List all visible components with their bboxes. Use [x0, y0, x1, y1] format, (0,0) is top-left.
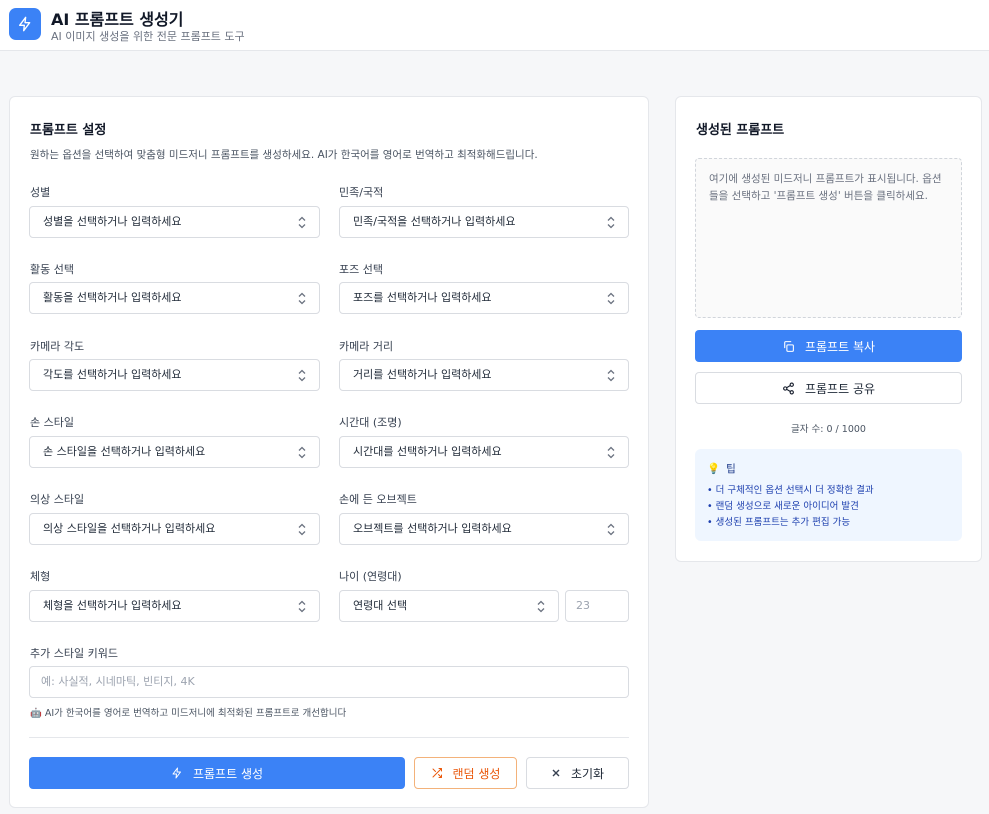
generate-button[interactable]: 프롬프트 생성 — [29, 757, 405, 789]
tip-item: • 생성된 프롬프트는 추가 편집 가능 — [707, 517, 851, 528]
chevron-updown-icon — [607, 369, 615, 382]
held-object-label: 손에 든 오브젝트 — [339, 493, 417, 506]
tip-item: • 더 구체적인 옵션 선택시 더 정확한 결과 — [707, 485, 874, 496]
activity-select[interactable]: 활동을 선택하거나 입력하세요 — [29, 282, 320, 314]
chevron-updown-icon — [298, 600, 306, 613]
pose-label: 포즈 선택 — [339, 263, 383, 276]
chevron-updown-icon — [298, 523, 306, 536]
shuffle-icon — [432, 768, 442, 778]
chevron-updown-icon — [537, 600, 545, 613]
outfit-style-select-value: 의상 스타일을 선택하거나 입력하세요 — [43, 522, 216, 535]
gender-label: 성별 — [30, 186, 51, 199]
lightning-icon — [9, 8, 41, 40]
app-subtitle: AI 이미지 생성을 위한 전문 프롬프트 도구 — [51, 30, 245, 43]
age-label: 나이 (연령대) — [339, 570, 402, 583]
age-input[interactable]: 23 — [565, 590, 629, 622]
random-button-label: 랜덤 생성 — [452, 766, 501, 781]
time-of-day-select[interactable]: 시간대를 선택하거나 입력하세요 — [339, 436, 629, 468]
body-type-select-value: 체형을 선택하거나 입력하세요 — [43, 599, 182, 612]
ai-hint: 🤖 AI가 한국어를 영어로 번역하고 미드저니에 최적화된 프롬프트로 개선합… — [30, 705, 346, 719]
generate-button-label: 프롬프트 생성 — [192, 766, 264, 781]
tips-box: 💡 팁 • 더 구체적인 옵션 선택시 더 정확한 결과 • 랜덤 생성으로 새… — [695, 449, 962, 541]
activity-label: 활동 선택 — [30, 263, 74, 276]
activity-select-value: 활동을 선택하거나 입력하세요 — [43, 291, 182, 304]
hand-style-label: 손 스타일 — [30, 416, 74, 429]
hand-style-select[interactable]: 손 스타일을 선택하거나 입력하세요 — [29, 436, 320, 468]
chevron-updown-icon — [298, 369, 306, 382]
hand-style-select-value: 손 스타일을 선택하거나 입력하세요 — [43, 445, 206, 458]
pose-select-value: 포즈를 선택하거나 입력하세요 — [353, 291, 492, 304]
app-header: AI 프롬프트 생성기 AI 이미지 생성을 위한 전문 프롬프트 도구 — [0, 0, 989, 51]
camera-distance-select-value: 거리를 선택하거나 입력하세요 — [353, 368, 492, 381]
settings-description: 원하는 옵션을 선택하여 맞춤형 미드저니 프롬프트를 생성하세요. AI가 한… — [30, 149, 538, 161]
share-prompt-label: 프롬프트 공유 — [804, 381, 876, 396]
share-prompt-button[interactable]: 프롬프트 공유 — [695, 372, 962, 404]
app-title: AI 프롬프트 생성기 — [51, 10, 184, 29]
pose-select[interactable]: 포즈를 선택하거나 입력하세요 — [339, 282, 629, 314]
lightning-icon — [172, 767, 181, 779]
camera-distance-select[interactable]: 거리를 선택하거나 입력하세요 — [339, 359, 629, 391]
ethnicity-select-value: 민족/국적을 선택하거나 입력하세요 — [353, 215, 516, 228]
outfit-style-label: 의상 스타일 — [30, 493, 85, 506]
copy-prompt-label: 프롬프트 복사 — [804, 339, 876, 354]
chevron-updown-icon — [298, 216, 306, 229]
tip-item: • 랜덤 생성으로 새로운 아이디어 발견 — [707, 501, 859, 512]
tips-title: 팁 — [726, 463, 736, 475]
reset-button-label: 초기화 — [570, 766, 605, 781]
time-of-day-select-value: 시간대를 선택하거나 입력하세요 — [353, 445, 502, 458]
camera-angle-label: 카메라 각도 — [30, 340, 85, 353]
camera-distance-label: 카메라 거리 — [339, 340, 394, 353]
chevron-updown-icon — [607, 292, 615, 305]
time-of-day-label: 시간대 (조명) — [339, 416, 402, 429]
lightbulb-icon: 💡 — [707, 463, 721, 475]
copy-prompt-button[interactable]: 프롬프트 복사 — [695, 330, 962, 362]
copy-icon — [784, 340, 794, 352]
camera-angle-select[interactable]: 각도를 선택하거나 입력하세요 — [29, 359, 320, 391]
keywords-label: 추가 스타일 키워드 — [30, 647, 118, 660]
close-icon — [552, 769, 560, 777]
divider — [29, 737, 629, 738]
output-title: 생성된 프롬프트 — [696, 123, 785, 138]
camera-angle-select-value: 각도를 선택하거나 입력하세요 — [43, 368, 182, 381]
held-object-select[interactable]: 오브젝트를 선택하거나 입력하세요 — [339, 513, 629, 545]
chevron-updown-icon — [607, 446, 615, 459]
gender-select[interactable]: 성별을 선택하거나 입력하세요 — [29, 206, 320, 238]
chevron-updown-icon — [607, 216, 615, 229]
keywords-input[interactable]: 예: 사실적, 시네마틱, 빈티지, 4K — [29, 666, 629, 698]
held-object-select-value: 오브젝트를 선택하거나 입력하세요 — [353, 522, 512, 535]
char-count: 글자 수: 0 / 1000 — [791, 424, 866, 435]
outfit-style-select[interactable]: 의상 스타일을 선택하거나 입력하세요 — [29, 513, 320, 545]
share-icon — [783, 382, 794, 394]
ai-hint-text: AI가 한국어를 영어로 번역하고 미드저니에 최적화된 프롬프트로 개선합니다 — [44, 708, 347, 719]
gender-select-value: 성별을 선택하거나 입력하세요 — [43, 215, 182, 228]
settings-title: 프롬프트 설정 — [30, 123, 107, 138]
body-type-select[interactable]: 체형을 선택하거나 입력하세요 — [29, 590, 320, 622]
robot-icon: 🤖 — [30, 708, 42, 719]
ethnicity-select[interactable]: 민족/국적을 선택하거나 입력하세요 — [339, 206, 629, 238]
body-type-label: 체형 — [30, 570, 51, 583]
chevron-updown-icon — [607, 523, 615, 536]
random-button[interactable]: 랜덤 생성 — [414, 757, 517, 789]
prompt-output[interactable]: 여기에 생성된 미드저니 프롬프트가 표시됩니다. 옵션들을 선택하고 '프롬프… — [695, 158, 962, 318]
age-range-select[interactable]: 연령대 선택 — [339, 590, 559, 622]
chevron-updown-icon — [298, 446, 306, 459]
ethnicity-label: 민족/국적 — [339, 186, 384, 199]
age-range-select-value: 연령대 선택 — [353, 599, 408, 612]
chevron-updown-icon — [298, 292, 306, 305]
reset-button[interactable]: 초기화 — [526, 757, 629, 789]
